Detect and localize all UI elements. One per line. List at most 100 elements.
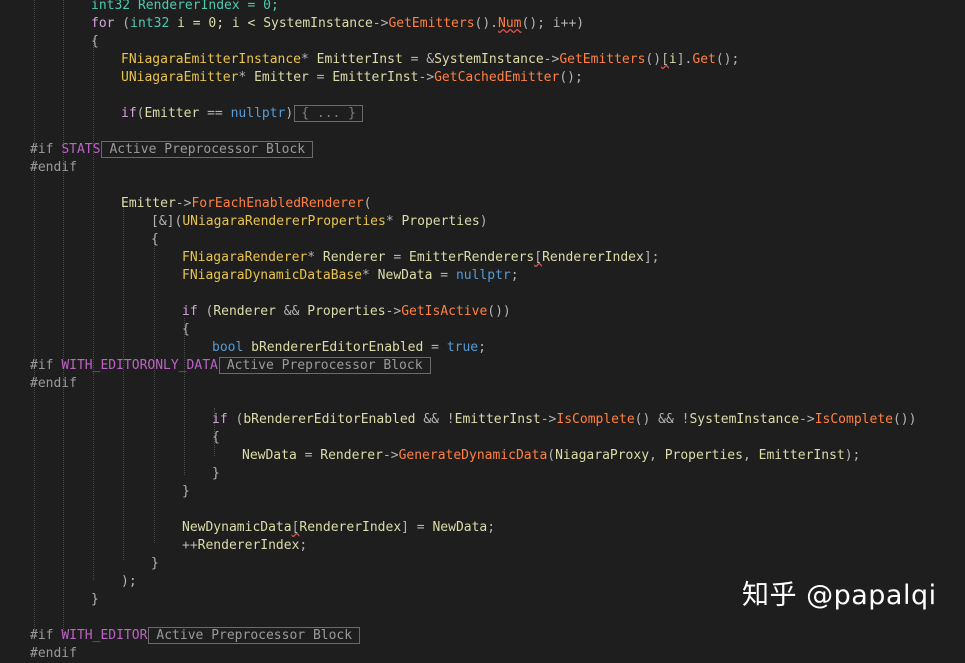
- code-token: FNiagaraRenderer: [182, 250, 308, 265]
- code-token: }: [212, 466, 220, 481]
- code-line[interactable]: }: [91, 591, 99, 609]
- code-line[interactable]: #if STATS Active Preprocessor Block: [30, 141, 314, 159]
- code-token: (: [363, 196, 372, 211]
- code-line[interactable]: FNiagaraRenderer* Renderer = EmitterRend…: [182, 249, 659, 267]
- code-token: Renderer: [213, 304, 276, 319]
- preprocessor-block-badge[interactable]: Active Preprocessor Block: [148, 627, 361, 644]
- code-token: {: [91, 34, 99, 49]
- code-line[interactable]: }: [212, 465, 220, 483]
- code-line[interactable]: #endif: [30, 375, 77, 393]
- code-token: SystemInstance: [434, 52, 544, 67]
- code-line[interactable]: FNiagaraEmitterInstance* EmitterInst = &…: [121, 51, 739, 69]
- code-token: FNiagaraEmitterInstance: [121, 52, 302, 67]
- code-token: ];: [643, 250, 660, 265]
- code-token: NewData: [432, 520, 488, 535]
- preprocessor-block-badge[interactable]: Active Preprocessor Block: [101, 141, 314, 158]
- code-token: NewData: [377, 268, 433, 283]
- code-token: NewData: [242, 448, 297, 463]
- code-token: #endif: [30, 376, 77, 391]
- code-token: () && !: [634, 412, 690, 427]
- code-token: Renderer: [320, 448, 383, 463]
- code-token: ().: [474, 16, 499, 31]
- code-editor[interactable]: int32 RendererIndex = 0; for (int32 i = 0…: [0, 0, 965, 661]
- code-token: =: [308, 70, 333, 85]
- code-token: {: [182, 322, 190, 337]
- code-line[interactable]: #endif: [30, 159, 77, 177]
- code-token: UNiagaraRendererProperties: [182, 214, 386, 229]
- indent-guide: [154, 236, 155, 543]
- code-token: (: [547, 448, 556, 463]
- code-token: ->: [175, 196, 192, 211]
- code-token: [&](: [151, 214, 183, 229]
- code-line[interactable]: {: [212, 429, 220, 447]
- code-line[interactable]: ++RendererIndex;: [182, 537, 307, 555]
- code-line[interactable]: int32 RendererIndex = 0;: [91, 0, 279, 15]
- code-token: for: [91, 16, 115, 31]
- code-token: IsComplete: [814, 412, 893, 427]
- code-line[interactable]: #if WITH_EDITOR Active Preprocessor Block: [30, 627, 361, 645]
- code-token: #if: [30, 142, 62, 157]
- code-token: Renderer: [322, 250, 386, 265]
- code-token: ();: [715, 52, 740, 67]
- code-token: *: [238, 70, 255, 85]
- code-token: nullptr: [455, 268, 511, 283]
- code-line[interactable]: if(Emitter == nullptr){ ... }: [121, 105, 364, 123]
- code-line[interactable]: [&](UNiagaraRendererProperties* Properti…: [151, 213, 488, 231]
- code-token: ] =: [401, 520, 433, 535]
- code-line[interactable]: bool bRendererEditorEnabled = true;: [212, 339, 486, 357]
- code-line[interactable]: #endif: [30, 645, 77, 663]
- code-token: Properties: [401, 214, 480, 229]
- code-token: EmitterInst: [316, 52, 403, 67]
- code-line[interactable]: {: [151, 231, 159, 249]
- code-token: =: [432, 268, 456, 283]
- code-token: SystemInstance: [689, 412, 800, 427]
- code-line[interactable]: }: [151, 555, 159, 573]
- preprocessor-block-badge[interactable]: Active Preprocessor Block: [218, 357, 431, 374]
- code-line[interactable]: );: [121, 573, 137, 591]
- code-token: =: [296, 448, 321, 463]
- code-token: *: [301, 52, 317, 67]
- code-token: true: [446, 340, 479, 355]
- code-token: #if: [30, 628, 62, 643]
- code-token: NewDynamicData: [182, 520, 292, 535]
- code-token: ()): [892, 412, 917, 427]
- code-token: ;: [487, 520, 496, 535]
- code-line[interactable]: for (int32 i = 0; i < SystemInstance->Ge…: [91, 15, 584, 33]
- code-token: #endif: [30, 646, 77, 661]
- code-token: GetCachedEmitter: [434, 70, 560, 85]
- code-token: Properties: [664, 448, 743, 463]
- code-token: ;: [510, 268, 519, 283]
- code-line[interactable]: UNiagaraEmitter* Emitter = EmitterInst->…: [121, 69, 583, 87]
- code-token: RendererIndex: [299, 520, 402, 535]
- collapsed-region[interactable]: { ... }: [294, 105, 364, 122]
- code-token: ->: [385, 304, 402, 319]
- code-line[interactable]: {: [91, 33, 99, 51]
- code-line[interactable]: {: [182, 321, 190, 339]
- code-token: ,: [742, 448, 759, 463]
- code-token: RendererIndex: [197, 538, 300, 553]
- code-token: ();: [559, 70, 583, 85]
- code-token: RendererIndex: [542, 250, 644, 265]
- code-token: bRendererEditorEnabled: [243, 412, 416, 427]
- code-token: if: [182, 304, 198, 319]
- code-token: bool: [212, 340, 244, 355]
- code-token: }: [182, 484, 190, 499]
- code-line[interactable]: if (Renderer && Properties->GetIsActive(…: [182, 303, 511, 321]
- code-line[interactable]: if (bRendererEditorEnabled && !EmitterIn…: [212, 411, 916, 429]
- code-token: =: [423, 340, 447, 355]
- code-token: GetEmitters: [559, 52, 646, 67]
- code-token: #if: [30, 358, 62, 373]
- code-line[interactable]: Emitter->ForEachEnabledRenderer(: [121, 195, 371, 213]
- code-line[interactable]: NewData = Renderer->GenerateDynamicData(…: [242, 447, 860, 465]
- code-token: UNiagaraEmitter: [121, 70, 239, 85]
- code-line[interactable]: #if WITH_EDITORONLY_DATA Active Preproces…: [30, 357, 431, 375]
- watermark: 知乎 @papalqi: [742, 580, 937, 611]
- code-token: WITH_EDITORONLY_DATA: [61, 358, 218, 373]
- code-token: (): [645, 52, 662, 67]
- code-line[interactable]: FNiagaraDynamicDataBase* NewData = nullp…: [182, 267, 519, 285]
- code-line[interactable]: }: [182, 483, 190, 501]
- code-token: ==: [199, 106, 231, 121]
- code-token: [: [534, 250, 543, 265]
- code-line[interactable]: NewDynamicData[RendererIndex] = NewData;: [182, 519, 495, 537]
- code-token: ].: [676, 52, 693, 67]
